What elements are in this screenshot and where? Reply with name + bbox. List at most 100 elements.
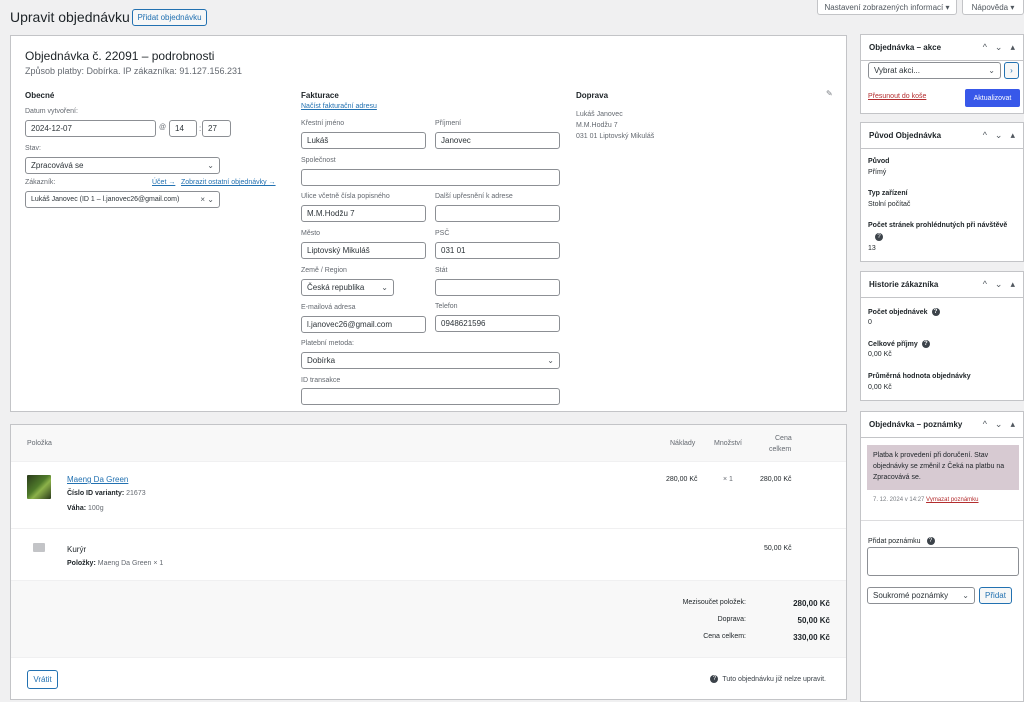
subtotal-value: 280,00 Kč [793,599,830,608]
chevron-down-icon: ⌄ [381,283,388,292]
order-heading: Objednávka č. 22091 – podrobnosti [25,49,215,63]
phone-field[interactable]: 0948621596 [435,315,560,332]
move-up-icon[interactable]: ^ [983,279,987,290]
add-note-label-text: Přidat poznámku [868,537,921,545]
street-field[interactable]: M.M.Hodžu 7 [301,205,426,222]
shipping-items-meta: Položky: Maeng Da Green × 1 [67,560,163,567]
payment-value: Dobírka [307,356,336,365]
clear-chevron-icon: × ⌄ [200,195,214,204]
customer-history-box: Historie zákazníka ^ ⌄ ▴ Počet objednávek … [860,271,1024,401]
general-title: Obecné [25,91,55,100]
refund-button[interactable]: Vrátit [27,670,58,689]
status-select[interactable]: Zpracovává se ⌄ [25,157,220,174]
apply-action-button[interactable]: › [1004,62,1019,79]
shipping-line-1: Lukáš Janovec [576,111,623,118]
address2-field[interactable] [435,205,560,222]
shipping-total-label: Doprava: [717,616,746,623]
collapse-icon[interactable]: ▴ [1010,419,1015,430]
grand-total-value: 330,00 Kč [793,633,830,642]
zip-field[interactable]: 031 01 [435,242,560,259]
revenue-value: 0,00 Kč [868,351,892,358]
note-type-select[interactable]: Soukromé poznámky ⌄ [867,587,975,604]
move-up-icon[interactable]: ^ [983,42,987,53]
delete-note-link[interactable]: Vymazat poznámku [926,497,978,503]
add-order-button[interactable]: Přidat objednávku [132,9,207,26]
screen-options-tab[interactable]: Nastavení zobrazených informací ▾ [817,0,957,15]
edit-notice-text: Tuto objednávku již nelze upravit. [722,675,826,683]
row-divider [11,528,846,529]
payment-label: Platební metoda: [301,340,354,347]
revenue-label: Celkové příjmy ? [868,340,930,348]
move-down-icon[interactable]: ⌄ [995,42,1003,53]
product-thumbnail [27,475,51,499]
help-tab[interactable]: Nápověda ▾ [962,0,1024,15]
move-down-icon[interactable]: ⌄ [995,279,1003,290]
revenue-label-text: Celkové příjmy [868,340,918,348]
col-total-line1: Cena [775,435,792,442]
page-title: Upravit objednávku [10,9,130,25]
collapse-icon[interactable]: ▴ [1010,42,1015,53]
date-field[interactable]: 2024-12-07 [25,120,156,137]
help-icon: ? [931,308,940,316]
collapse-icon[interactable]: ▴ [1010,279,1015,290]
order-subheading: Způsob platby: Dobírka. IP zákazníka: 91… [25,66,242,76]
company-label: Společnost [301,157,336,164]
order-details-panel: Objednávka č. 22091 – podrobnosti Způsob… [10,35,847,412]
move-down-icon[interactable]: ⌄ [995,419,1003,430]
status-value: Zpracovává se [31,161,84,170]
load-billing-link[interactable]: Načíst fakturační adresu [301,103,377,110]
order-action-select[interactable]: Vybrat akci... ⌄ [868,62,1001,79]
billing-title: Fakturace [301,91,339,100]
trash-link[interactable]: Přesunout do koše [868,93,926,100]
at-sign: @ [159,124,167,131]
email-field[interactable]: l.janovec26@gmail.com [301,316,426,333]
customer-value: Lukáš Janovec (ID 1 – l.janovec26@gmail.… [31,196,180,203]
update-button[interactable]: Aktualizovat [965,89,1020,107]
note-textarea[interactable] [867,547,1019,576]
edit-shipping-icon[interactable]: ✎ [826,89,833,98]
hour-field[interactable]: 14 [169,120,197,137]
customer-account-link[interactable]: Účet → [152,179,175,186]
order-actions-title: Objednávka – akce [869,43,942,52]
item-qty: × 1 [723,476,733,483]
weight-value: 100g [88,505,104,512]
shipping-icon [33,543,45,552]
order-notes-box: Objednávka – poznámky ^ ⌄ ▴ Platba k prove… [860,411,1024,702]
payment-select[interactable]: Dobírka ⌄ [301,352,560,369]
last-name-label: Příjmení [435,120,462,127]
origin-value: Přímý [868,169,887,176]
grand-total-label: Cena celkem: [703,633,746,640]
company-field[interactable] [301,169,560,186]
move-up-icon[interactable]: ^ [983,419,987,430]
last-name-field[interactable]: Janovec [435,132,560,149]
country-select[interactable]: Česká republika ⌄ [301,279,394,296]
pages-value: 13 [868,245,876,252]
collapse-icon[interactable]: ▴ [1010,130,1015,141]
minute-field[interactable]: 27 [202,120,231,137]
customer-select[interactable]: Lukáš Janovec (ID 1 – l.janovec26@gmail.… [25,191,220,208]
move-up-icon[interactable]: ^ [983,130,987,141]
move-down-icon[interactable]: ⌄ [995,130,1003,141]
other-orders-link[interactable]: Zobrazit ostatní objednávky → [181,179,276,186]
country-value: Česká republika [307,283,365,292]
history-title: Historie zákazníka [869,280,939,289]
origin-title: Původ Objednávka [869,131,942,140]
add-note-button[interactable]: Přidat [979,587,1012,604]
city-field[interactable]: Liptovský Mikuláš [301,242,426,259]
add-note-label: Přidat poznámku ? [868,537,935,545]
shipping-row-total: 50,00 Kč [764,545,792,552]
transaction-id-field[interactable] [301,388,560,405]
note-type-value: Soukromé poznámky [873,591,949,600]
chevron-down-icon: ⌄ [962,591,969,600]
avg-order-value: 0,00 Kč [868,384,892,391]
notes-divider [861,520,1023,521]
first-name-field[interactable]: Lukáš [301,132,426,149]
product-link[interactable]: Maeng Da Green [67,475,128,484]
shipping-items-value: Maeng Da Green × 1 [97,560,164,567]
shipping-method-name: Kurýr [67,545,87,554]
first-name-label: Křestní jméno [301,120,345,127]
state-field[interactable] [435,279,560,296]
shipping-line-2: M.M.Hodžu 7 [576,122,618,129]
shipping-total-value: 50,00 Kč [797,616,830,625]
weight-label: Váha: [67,505,87,512]
